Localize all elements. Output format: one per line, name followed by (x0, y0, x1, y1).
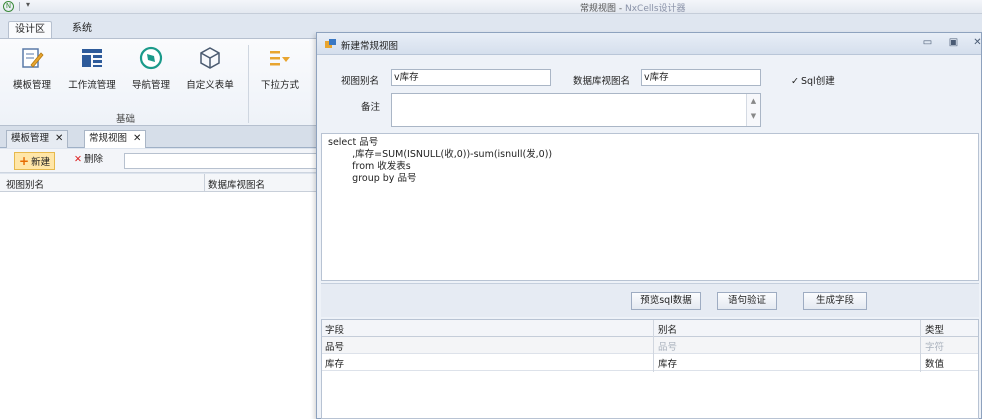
table-row[interactable]: 品号 品号 字符 (322, 337, 978, 354)
column-header-field[interactable]: 字段 (325, 322, 344, 336)
doc-tab-regular-view-label: 常规视图 (89, 133, 128, 144)
doc-tab-template[interactable]: 模板管理 ✕ (6, 130, 69, 148)
new-button[interactable]: + 新建 (14, 152, 56, 170)
compass-icon (139, 46, 163, 70)
field-cell: 品号 (325, 342, 345, 353)
minimize-icon[interactable]: ▭ (921, 37, 934, 50)
dropdown-mode-button[interactable]: 下拉方式 (254, 45, 306, 91)
plus-icon: + (19, 154, 30, 168)
template-manage-label: 模板管理 (12, 80, 51, 91)
alias-label: 视图别名 (341, 76, 380, 87)
new-view-dialog: 新建常规视图 ▭ ▣ ✕ 视图别名 v库存 数据库视图名 v库存 ✓ Sql创建 … (316, 32, 982, 419)
note-field[interactable]: ▲ ▼ (391, 93, 761, 127)
column-header-type[interactable]: 类型 (925, 322, 944, 336)
nav-manage-button[interactable]: 导航管理 (126, 45, 176, 91)
field-cell: 库存 (325, 359, 345, 370)
nav-manage-label: 导航管理 (131, 80, 170, 91)
doc-tab-regular-view[interactable]: 常规视图 ✕ (84, 130, 147, 148)
column-separator (204, 174, 205, 192)
alias-cell[interactable]: 品号 (658, 339, 677, 353)
table-row[interactable]: 库存 库存 数值 (322, 354, 978, 371)
document-tab-strip: 模板管理 ✕ 常规视图 ✕ (0, 126, 320, 148)
column-separator (920, 320, 921, 372)
fields-grid[interactable]: 字段 别名 类型 品号 品号 字符 库存 库存 数值 (321, 319, 979, 419)
sql-editor[interactable]: select 品号 ,库存=SUM(ISNULL(收,0))-sum(isnul… (321, 133, 979, 281)
ribbon-panel: 模板管理 工作流管理 导航管理 自定义表单 下拉方式 基础 (0, 38, 320, 126)
app-logo-icon[interactable]: N (3, 1, 14, 12)
column-separator (653, 320, 654, 372)
sql-line: from 收发表s (328, 161, 411, 172)
ribbon-group-label: 基础 (116, 114, 136, 125)
note-label: 备注 (361, 102, 381, 113)
dialog-title: 新建常规视图 (341, 41, 399, 52)
new-button-label: 新建 (31, 157, 51, 168)
delete-icon: ✕ (74, 154, 82, 165)
column-header-alias[interactable]: 视图别名 (6, 177, 44, 191)
sql-create-checkbox[interactable]: ✓ Sql创建 (791, 73, 835, 87)
generate-fields-button[interactable]: 生成字段 (803, 292, 867, 310)
view-list-grid[interactable]: 视图别名 数据库视图名 (0, 174, 320, 419)
doc-tab-template-label: 模板管理 (11, 133, 50, 144)
db-view-label: 数据库视图名 (573, 76, 631, 87)
sql-create-label: Sql创建 (801, 76, 835, 87)
custom-form-label: 自定义表单 (186, 80, 234, 91)
preview-sql-button[interactable]: 预览sql数据 (631, 292, 701, 310)
sql-line: select 品号 (328, 137, 379, 148)
custom-form-button[interactable]: 自定义表单 (180, 45, 240, 91)
type-cell[interactable]: 数值 (925, 356, 944, 370)
fields-grid-header: 字段 别名 类型 (322, 320, 978, 337)
quick-access-separator (19, 2, 20, 11)
quick-access-menu-icon[interactable]: ▾ (26, 0, 30, 9)
column-header-alias[interactable]: 别名 (658, 322, 677, 336)
template-edit-icon (22, 48, 44, 68)
workflow-icon (82, 49, 102, 67)
delete-button-label: 删除 (83, 154, 103, 165)
dropdown-mode-label: 下拉方式 (260, 80, 299, 91)
dialog-titlebar: 新建常规视图 ▭ ▣ ✕ (317, 33, 982, 55)
dropdown-list-icon (270, 51, 290, 66)
close-icon[interactable]: ✕ (55, 133, 63, 144)
ribbon-group-separator (248, 45, 249, 123)
checkmark-icon: ✓ (791, 76, 799, 87)
cube-icon (200, 47, 220, 69)
template-manage-button[interactable]: 模板管理 (6, 45, 58, 91)
db-view-field[interactable]: v库存 (641, 69, 761, 86)
list-toolbar: + 新建 ✕ 删除 (0, 149, 320, 173)
window-title-sub: NxCells设计器 (624, 4, 686, 14)
workflow-manage-label: 工作流管理 (68, 80, 116, 91)
column-header-db-view[interactable]: 数据库视图名 (208, 177, 265, 191)
ribbon-tab-design[interactable]: 设计区 (8, 21, 52, 38)
delete-button[interactable]: ✕ 删除 (70, 152, 107, 170)
alias-cell[interactable]: 库存 (658, 356, 677, 370)
close-icon[interactable]: ✕ (971, 37, 982, 50)
alias-field[interactable]: v库存 (391, 69, 551, 86)
maximize-icon[interactable]: ▣ (947, 37, 960, 50)
validate-sql-button[interactable]: 语句验证 (717, 292, 777, 310)
search-input[interactable] (124, 153, 320, 169)
window-titlebar: N ▾ 常规视图 - NxCells设计器 (0, 0, 982, 14)
close-icon[interactable]: ✕ (133, 133, 141, 144)
window-title-main: 常规视图 - (580, 4, 625, 14)
note-scrollbar[interactable]: ▲ ▼ (746, 94, 760, 126)
grid-header: 视图别名 数据库视图名 (0, 174, 319, 192)
window-title: 常规视图 - NxCells设计器 (580, 1, 686, 14)
view-icon (325, 39, 336, 48)
ribbon-tab-system[interactable]: 系统 (64, 21, 100, 38)
sql-line: ,库存=SUM(ISNULL(收,0))-sum(isnull(发,0)) (328, 149, 553, 160)
workflow-manage-button[interactable]: 工作流管理 (64, 45, 120, 91)
type-cell[interactable]: 字符 (925, 339, 944, 353)
sql-line: group by 品号 (328, 173, 417, 184)
dialog-button-bar: 预览sql数据 语句验证 生成字段 (321, 283, 979, 317)
